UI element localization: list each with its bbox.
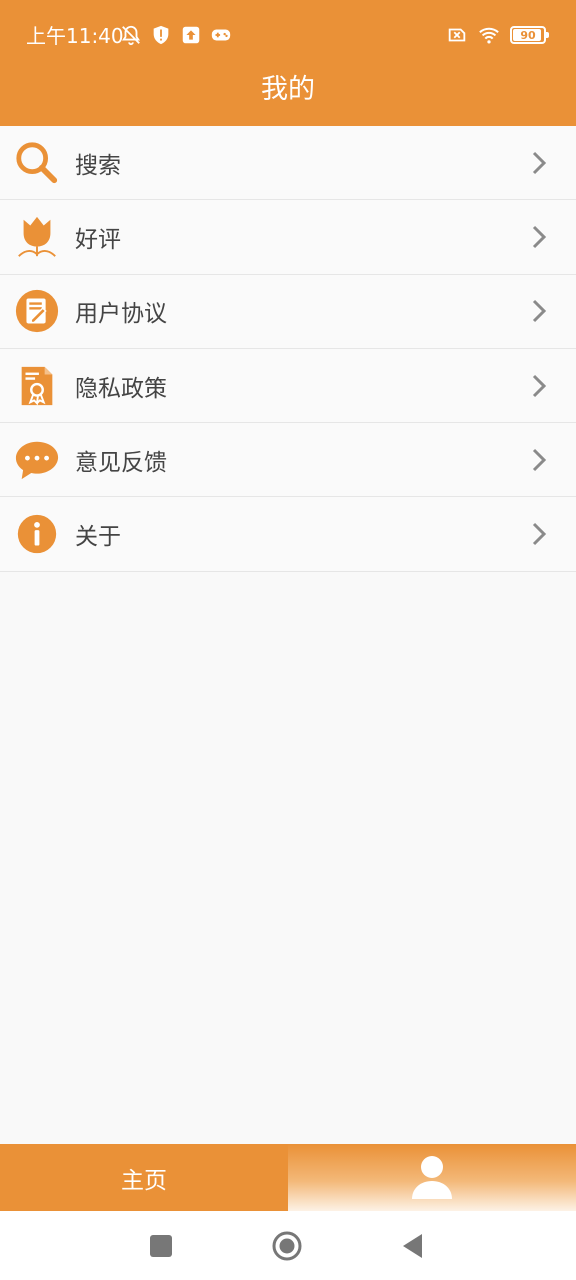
- header: 我的: [0, 70, 576, 126]
- system-nav-bar: [0, 1211, 576, 1280]
- agreement-icon: [15, 290, 59, 333]
- chevron-right-icon: [532, 300, 547, 323]
- shield-alert-icon: [153, 25, 169, 45]
- page-title: 我的: [261, 74, 315, 105]
- bell-off-icon: [121, 25, 141, 46]
- chevron-right-icon: [532, 448, 547, 471]
- chevron-right-icon: [532, 151, 547, 174]
- menu-item-label: 隐私政策: [75, 375, 167, 402]
- battery-level: 90: [520, 28, 536, 42]
- menu-item-about[interactable]: 关于: [0, 497, 576, 572]
- menu-item-search[interactable]: 搜索: [0, 126, 576, 201]
- bottom-tab-bar: 主页: [0, 1144, 576, 1211]
- menu-item-label: 意见反馈: [75, 449, 167, 476]
- battery-indicator: 90: [510, 26, 549, 44]
- menu-list: 搜索 好评 用户协议 隐私政策 意见反馈 关于: [0, 126, 576, 572]
- upload-icon: [182, 26, 200, 44]
- menu-item-user-agreement[interactable]: 用户协议: [0, 274, 576, 349]
- privacy-certificate-icon: [21, 366, 53, 405]
- menu-item-rate[interactable]: 好评: [0, 200, 576, 275]
- info-icon: [17, 514, 57, 554]
- chevron-right-icon: [532, 523, 547, 546]
- chevron-right-icon: [532, 225, 547, 248]
- wifi-icon: [479, 27, 499, 44]
- status-left-icons: [120, 24, 232, 46]
- gamepad-icon: [211, 29, 231, 41]
- chat-bubble-icon: [15, 441, 59, 479]
- menu-item-label: 用户协议: [75, 301, 167, 328]
- tulip-icon: [18, 216, 56, 257]
- recent-apps-icon[interactable]: [146, 1231, 176, 1261]
- status-bar: 上午11:40 90: [0, 0, 576, 70]
- menu-item-privacy-policy[interactable]: 隐私政策: [0, 348, 576, 424]
- status-right-icons: 90: [446, 24, 549, 46]
- chevron-right-icon: [532, 374, 547, 397]
- status-time: 上午11:40: [26, 24, 124, 48]
- menu-item-label: 搜索: [75, 152, 121, 179]
- tab-home-label: 主页: [121, 1167, 167, 1194]
- person-icon: [412, 1155, 452, 1199]
- search-icon: [16, 142, 58, 183]
- tab-mine[interactable]: [288, 1144, 576, 1211]
- menu-item-label: 好评: [75, 226, 121, 253]
- back-triangle-icon[interactable]: [398, 1231, 428, 1261]
- menu-item-label: 关于: [75, 524, 121, 551]
- menu-item-feedback[interactable]: 意见反馈: [0, 423, 576, 498]
- home-circle-icon[interactable]: [272, 1231, 302, 1261]
- no-sim-icon: [448, 28, 466, 42]
- tab-home[interactable]: 主页: [0, 1144, 288, 1211]
